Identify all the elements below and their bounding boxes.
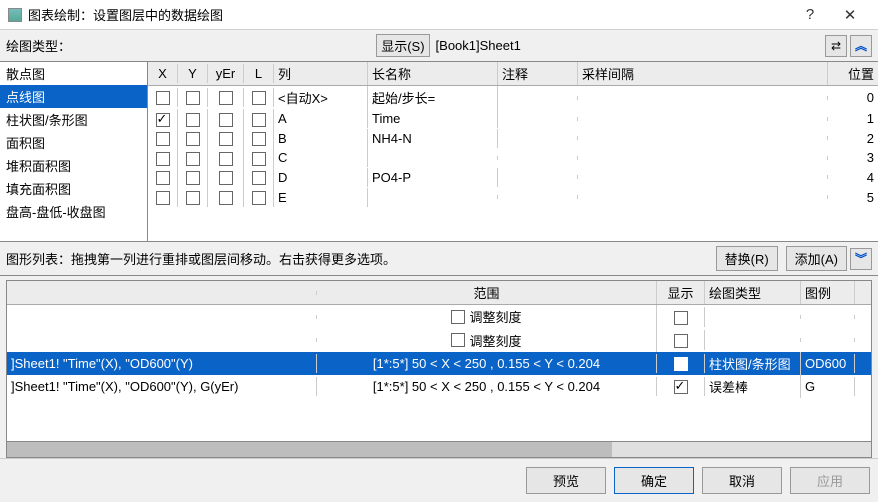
col-header-longname[interactable]: 长名称 — [368, 62, 498, 85]
plot-type-label: 绘图类型： — [6, 36, 71, 55]
checkbox[interactable] — [156, 91, 170, 105]
checkbox[interactable] — [186, 191, 200, 205]
apply-button[interactable]: 应用 — [790, 467, 870, 494]
show-checkbox[interactable] — [674, 311, 688, 325]
ok-button[interactable]: 确定 — [614, 467, 694, 494]
plot-list-row[interactable]: 调整刻度 — [7, 305, 871, 329]
plot-type-item[interactable]: 面积图 — [0, 131, 147, 154]
checkbox[interactable] — [186, 171, 200, 185]
plot-list-grid: 范围 显示 绘图类型 图例 调整刻度调整刻度]Sheet1! "Time"(X)… — [6, 280, 872, 442]
adjust-scale-checkbox[interactable] — [451, 333, 465, 347]
plot-setup-window: 图表绘制：设置图层中的数据绘图 ? ✕ 绘图类型： 显示(S) [Book1]S… — [0, 0, 878, 502]
column-grid-row[interactable]: ATime1 — [148, 109, 878, 129]
checkbox[interactable] — [156, 113, 170, 127]
replace-button[interactable]: 替换(R) — [716, 246, 778, 271]
plot-header-name[interactable] — [7, 291, 317, 295]
col-header-l[interactable]: L — [244, 64, 274, 83]
checkbox[interactable] — [252, 152, 266, 166]
checkbox[interactable] — [252, 132, 266, 146]
plot-header-type[interactable]: 绘图类型 — [705, 281, 801, 304]
plot-type-item[interactable]: 填充面积图 — [0, 177, 147, 200]
column-grid-row[interactable]: BNH4-N2 — [148, 129, 878, 149]
plot-list-header: 范围 显示 绘图类型 图例 — [7, 281, 871, 305]
plot-list-row[interactable]: ]Sheet1! "Time"(X), "OD600"(Y)[1*:5*] 50… — [7, 352, 871, 375]
col-header-sampling[interactable]: 采样间隔 — [578, 62, 828, 85]
col-header-column[interactable]: 列 — [274, 62, 368, 85]
plot-type-item[interactable]: 散点图 — [0, 62, 147, 85]
plot-type-list[interactable]: 散点图点线图柱状图/条形图面积图堆积面积图填充面积图盘高-盘低-收盘图 — [0, 62, 147, 241]
app-icon — [8, 8, 22, 22]
column-grid-row[interactable]: <自动X>起始/步长=0 — [148, 86, 878, 109]
cancel-button[interactable]: 取消 — [702, 467, 782, 494]
adjust-scale-checkbox[interactable] — [451, 310, 465, 324]
checkbox[interactable] — [156, 132, 170, 146]
plot-type-item[interactable]: 盘高-盘低-收盘图 — [0, 200, 147, 223]
checkbox[interactable] — [252, 91, 266, 105]
column-grid-header: X Y yEr L 列 长名称 注释 采样间隔 位置 — [148, 62, 878, 86]
checkbox[interactable] — [186, 113, 200, 127]
checkbox[interactable] — [186, 152, 200, 166]
column-grid-body[interactable]: <自动X>起始/步长=0ATime1BNH4-N2C3DPO4-P4E5 — [148, 86, 878, 241]
plot-type-list-pane: 散点图点线图柱状图/条形图面积图堆积面积图填充面积图盘高-盘低-收盘图 — [0, 62, 148, 241]
show-button[interactable]: 显示(S) — [376, 34, 429, 57]
plot-type-item[interactable]: 柱状图/条形图 — [0, 108, 147, 131]
checkbox[interactable] — [252, 191, 266, 205]
column-grid-row[interactable]: DPO4-P4 — [148, 168, 878, 188]
col-header-comment[interactable]: 注释 — [498, 62, 578, 85]
add-button[interactable]: 添加(A) — [786, 246, 847, 271]
plot-type-item[interactable]: 堆积面积图 — [0, 154, 147, 177]
swap-icon[interactable]: ⇄ — [825, 35, 847, 57]
checkbox[interactable] — [252, 113, 266, 127]
checkbox[interactable] — [219, 152, 233, 166]
column-grid-pane: X Y yEr L 列 长名称 注释 采样间隔 位置 <自动X>起始/步长=0A… — [148, 62, 878, 241]
col-header-position[interactable]: 位置 — [828, 62, 878, 85]
plot-type-item[interactable]: 点线图 — [0, 85, 147, 108]
column-grid-row[interactable]: E5 — [148, 187, 878, 207]
column-grid-row[interactable]: C3 — [148, 148, 878, 168]
checkbox[interactable] — [186, 91, 200, 105]
titlebar: 图表绘制：设置图层中的数据绘图 ? ✕ — [0, 0, 878, 30]
middle-pane: 散点图点线图柱状图/条形图面积图堆积面积图填充面积图盘高-盘低-收盘图 X Y … — [0, 62, 878, 242]
checkbox[interactable] — [219, 91, 233, 105]
checkbox[interactable] — [219, 132, 233, 146]
checkbox[interactable] — [252, 171, 266, 185]
checkbox[interactable] — [219, 113, 233, 127]
checkbox[interactable] — [156, 191, 170, 205]
checkbox[interactable] — [156, 152, 170, 166]
window-title: 图表绘制：设置图层中的数据绘图 — [28, 5, 790, 24]
instruction-bar: 图形列表：拖拽第一列进行重排或图层间移动。右击获得更多选项。 替换(R) 添加(… — [0, 242, 878, 276]
checkbox[interactable] — [156, 171, 170, 185]
plot-list-row[interactable]: ]Sheet1! "Time"(X), "OD600"(Y), G(yEr)[1… — [7, 375, 871, 398]
plot-list-row[interactable]: 调整刻度 — [7, 329, 871, 353]
show-checkbox[interactable] — [674, 334, 688, 348]
checkbox[interactable] — [219, 191, 233, 205]
plot-list-body[interactable]: 调整刻度调整刻度]Sheet1! "Time"(X), "OD600"(Y)[1… — [7, 305, 871, 441]
expand-up-icon[interactable]: ︽ — [850, 35, 872, 57]
col-header-yer[interactable]: yEr — [208, 64, 244, 83]
expand-down-icon[interactable]: ︾ — [850, 248, 872, 270]
horizontal-scrollbar[interactable] — [6, 442, 872, 458]
show-checkbox[interactable] — [674, 357, 688, 371]
plot-header-show[interactable]: 显示 — [657, 281, 705, 304]
checkbox[interactable] — [186, 132, 200, 146]
book-path: [Book1]Sheet1 — [436, 38, 521, 53]
footer: 预览 确定 取消 应用 — [0, 458, 878, 502]
bottom-pane: 范围 显示 绘图类型 图例 调整刻度调整刻度]Sheet1! "Time"(X)… — [0, 276, 878, 458]
show-checkbox[interactable] — [674, 380, 688, 394]
top-band: 绘图类型： 显示(S) [Book1]Sheet1 ⇄ ︽ — [0, 30, 878, 62]
checkbox[interactable] — [219, 171, 233, 185]
plot-header-range[interactable]: 范围 — [317, 281, 657, 304]
col-header-x[interactable]: X — [148, 64, 178, 83]
preview-button[interactable]: 预览 — [526, 467, 606, 494]
help-button[interactable]: ? — [790, 6, 830, 23]
plot-header-legend[interactable]: 图例 — [801, 281, 855, 304]
instruction-text: 图形列表：拖拽第一列进行重排或图层间移动。右击获得更多选项。 — [6, 249, 716, 268]
close-button[interactable]: ✕ — [830, 6, 870, 24]
col-header-y[interactable]: Y — [178, 64, 208, 83]
